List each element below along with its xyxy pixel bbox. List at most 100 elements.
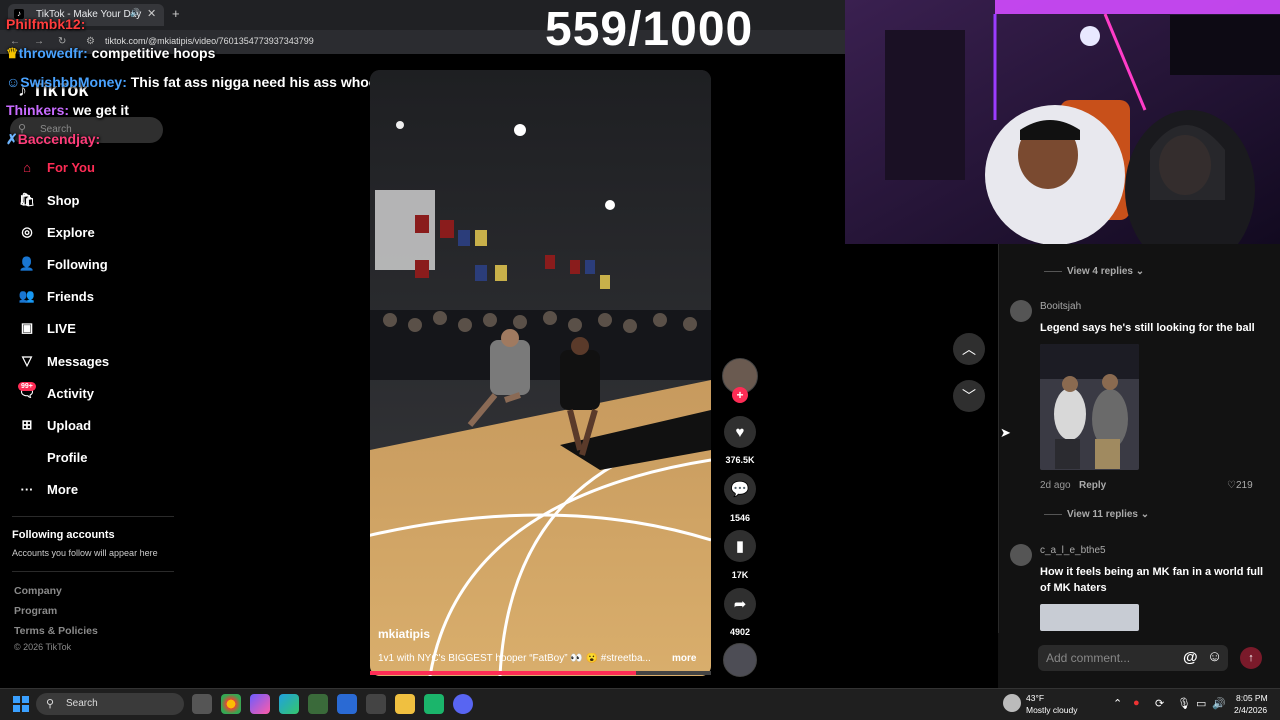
- clock-time[interactable]: 8:05 PM: [1236, 693, 1268, 703]
- discord-icon[interactable]: [453, 694, 473, 714]
- commenter-avatar[interactable]: [1010, 544, 1032, 566]
- windows-logo: [13, 696, 29, 712]
- tray-sync-icon[interactable]: ⟳: [1155, 697, 1164, 710]
- chat-message: Philfmbk12:: [6, 16, 85, 32]
- audio-icon[interactable]: 🔊: [130, 8, 140, 17]
- store-icon[interactable]: [337, 694, 357, 714]
- commenter-avatar[interactable]: [1010, 300, 1032, 322]
- chat-message: Thinkers: we get it: [6, 102, 129, 118]
- chrome-icon[interactable]: [221, 694, 241, 714]
- stream-counter: 559/1000: [545, 3, 754, 56]
- comment-like-button[interactable]: ♡219: [1227, 480, 1253, 491]
- comment-username[interactable]: c_a_l_e_bthe5: [1040, 545, 1106, 556]
- save-button[interactable]: ▮: [724, 530, 756, 562]
- divider: [12, 516, 174, 517]
- video-description: 1v1 with NYC's BIGGEST hooper “FatBoy” 👀…: [378, 653, 651, 664]
- following-accounts-subtitle: Accounts you follow will appear here: [12, 548, 158, 558]
- sidebar-item-activity[interactable]: 🗨 Activity: [18, 382, 178, 404]
- footer-link-program[interactable]: Program: [14, 605, 57, 617]
- chat-message: ☺SwishbbMoney: This fat ass nigga need h…: [6, 74, 402, 90]
- home-icon: ⌂: [23, 159, 31, 175]
- new-tab-icon[interactable]: +: [172, 6, 180, 21]
- task-view-icon[interactable]: [192, 694, 212, 714]
- like-button[interactable]: ♥: [724, 416, 756, 448]
- comment-text: How it feels being an MK fan in a world …: [1040, 566, 1264, 594]
- file-explorer-icon[interactable]: [395, 694, 415, 714]
- taskbar-search[interactable]: Search: [36, 693, 184, 715]
- chat-message: ✗Baccendjay:: [6, 131, 100, 148]
- description-more-link[interactable]: more: [672, 653, 696, 664]
- sidebar-item-label: More: [47, 481, 79, 497]
- sidebar-item-upload[interactable]: ⊞ Upload: [18, 414, 178, 436]
- view-replies-button[interactable]: View 11 replies ⌄: [1067, 509, 1149, 520]
- sidebar-item-label: Profile: [47, 449, 88, 465]
- display-icon[interactable]: ▭: [1196, 697, 1206, 710]
- webcam-frame: [845, 0, 1280, 244]
- edge-icon[interactable]: [279, 694, 299, 714]
- sidebar-item-label: Messages: [47, 353, 110, 369]
- chat-username: Baccendjay:: [17, 131, 101, 147]
- webcam-feed: [845, 0, 1280, 244]
- weather-icon[interactable]: [1003, 694, 1021, 712]
- streaming-app-icon[interactable]: [424, 694, 444, 714]
- app-icon[interactable]: [308, 694, 328, 714]
- emoji-icon[interactable]: ☺: [1207, 648, 1222, 665]
- sound-avatar[interactable]: [723, 643, 757, 677]
- send-comment-button[interactable]: ↑: [1240, 647, 1262, 669]
- video-frame: [370, 70, 711, 676]
- clock-date[interactable]: 2/4/2026: [1234, 705, 1267, 715]
- heart-outline-icon: ♡: [1227, 480, 1236, 491]
- next-video-button[interactable]: ﹀: [953, 380, 985, 412]
- weather-temp: 43°F: [1026, 693, 1045, 703]
- comment-like-count: 219: [1235, 480, 1253, 491]
- video-player[interactable]: [370, 70, 711, 676]
- share-button[interactable]: ➦: [724, 588, 756, 620]
- sidebar-item-live[interactable]: ▣ LIVE: [18, 317, 178, 339]
- previous-video-button[interactable]: ︿: [953, 333, 985, 365]
- windows-start-icon[interactable]: [13, 696, 29, 712]
- chat-username: Thinkers:: [6, 102, 70, 118]
- sidebar-item-for-you[interactable]: ⌂ For You: [18, 156, 178, 178]
- comment-count: 1546: [729, 513, 751, 523]
- footer-link-terms[interactable]: Terms & Policies: [14, 625, 98, 637]
- divider: [12, 571, 174, 572]
- share-icon: ➦: [733, 596, 747, 613]
- copilot-icon[interactable]: [250, 694, 270, 714]
- microphone-icon[interactable]: 🎙: [1177, 697, 1191, 710]
- sidebar-item-label: LIVE: [47, 320, 76, 336]
- tray-chevron-icon[interactable]: ⌃: [1113, 697, 1122, 710]
- reply-line: [1044, 514, 1062, 515]
- comment-image[interactable]: [1040, 344, 1139, 470]
- sidebar-item-explore[interactable]: ◎ Explore: [18, 221, 178, 243]
- compass-icon: ◎: [21, 224, 33, 239]
- tab-close-icon[interactable]: ✕: [147, 7, 156, 20]
- weather-description: Mostly cloudy: [1026, 705, 1078, 715]
- sidebar-item-more[interactable]: ··· More: [18, 478, 178, 500]
- profile-icon: [18, 448, 36, 466]
- tray-app-icon[interactable]: ●: [1133, 697, 1140, 709]
- search-icon: ⚲: [46, 698, 55, 710]
- video-username[interactable]: mkiatipis: [378, 627, 430, 641]
- sidebar-item-label: Following: [47, 256, 108, 272]
- view-replies-button[interactable]: View 4 replies ⌄: [1067, 266, 1144, 277]
- comment-username[interactable]: Booitsjah: [1040, 301, 1081, 312]
- comment-image[interactable]: [1040, 604, 1139, 631]
- settings-icon[interactable]: [366, 694, 386, 714]
- sidebar-item-label: Activity: [47, 385, 94, 401]
- comment-placeholder: Add comment...: [1046, 651, 1131, 665]
- comment-reply-button[interactable]: Reply: [1079, 480, 1106, 491]
- volume-icon[interactable]: 🔊: [1212, 697, 1226, 710]
- comment-button[interactable]: 💬: [724, 473, 756, 505]
- sidebar-item-profile[interactable]: Profile: [18, 446, 178, 468]
- mention-icon[interactable]: @: [1183, 649, 1198, 666]
- sidebar-item-friends[interactable]: 👥 Friends: [18, 285, 178, 307]
- sidebar-item-messages[interactable]: ▽ Messages: [18, 350, 178, 372]
- footer-link-company[interactable]: Company: [14, 585, 62, 597]
- sidebar-item-following[interactable]: 👤 Following: [18, 253, 178, 275]
- chevron-down-icon: ﹀: [962, 388, 976, 404]
- follow-plus-icon[interactable]: +: [732, 387, 748, 403]
- sidebar-item-label: Upload: [47, 417, 92, 433]
- sidebar-item-shop[interactable]: 🛍 Shop: [18, 189, 178, 211]
- comment-input[interactable]: Add comment...: [1038, 645, 1228, 671]
- comment-text: Legend says he's still looking for the b…: [1040, 322, 1255, 334]
